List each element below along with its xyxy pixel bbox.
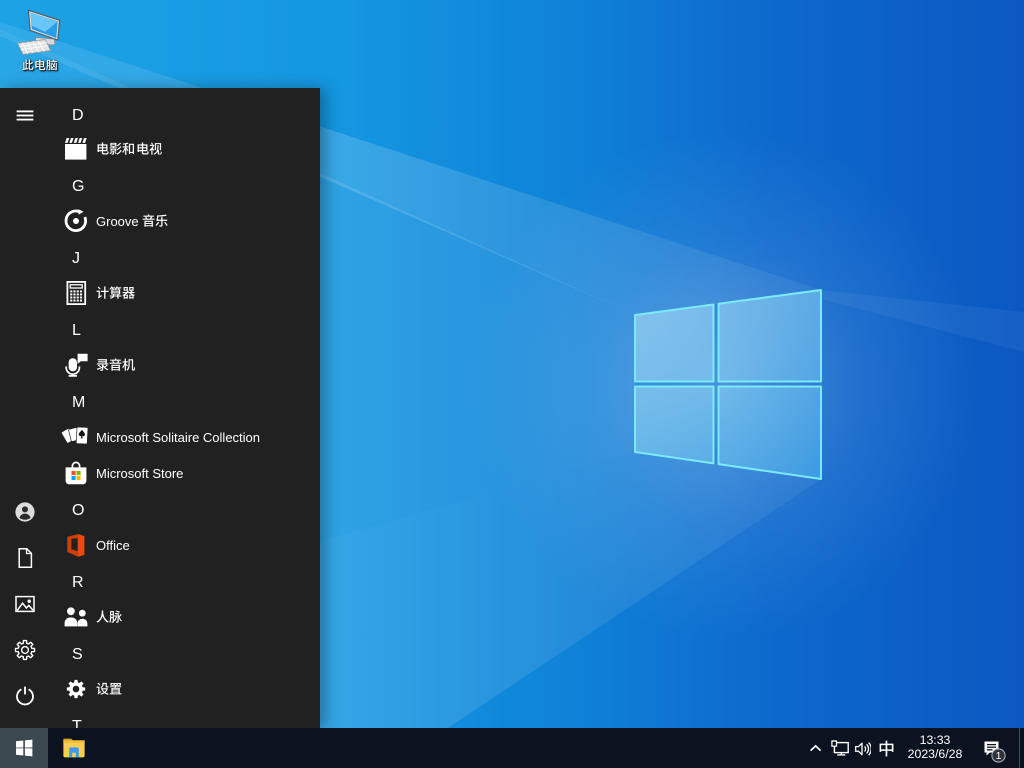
svg-text:1: 1 — [996, 750, 1002, 762]
